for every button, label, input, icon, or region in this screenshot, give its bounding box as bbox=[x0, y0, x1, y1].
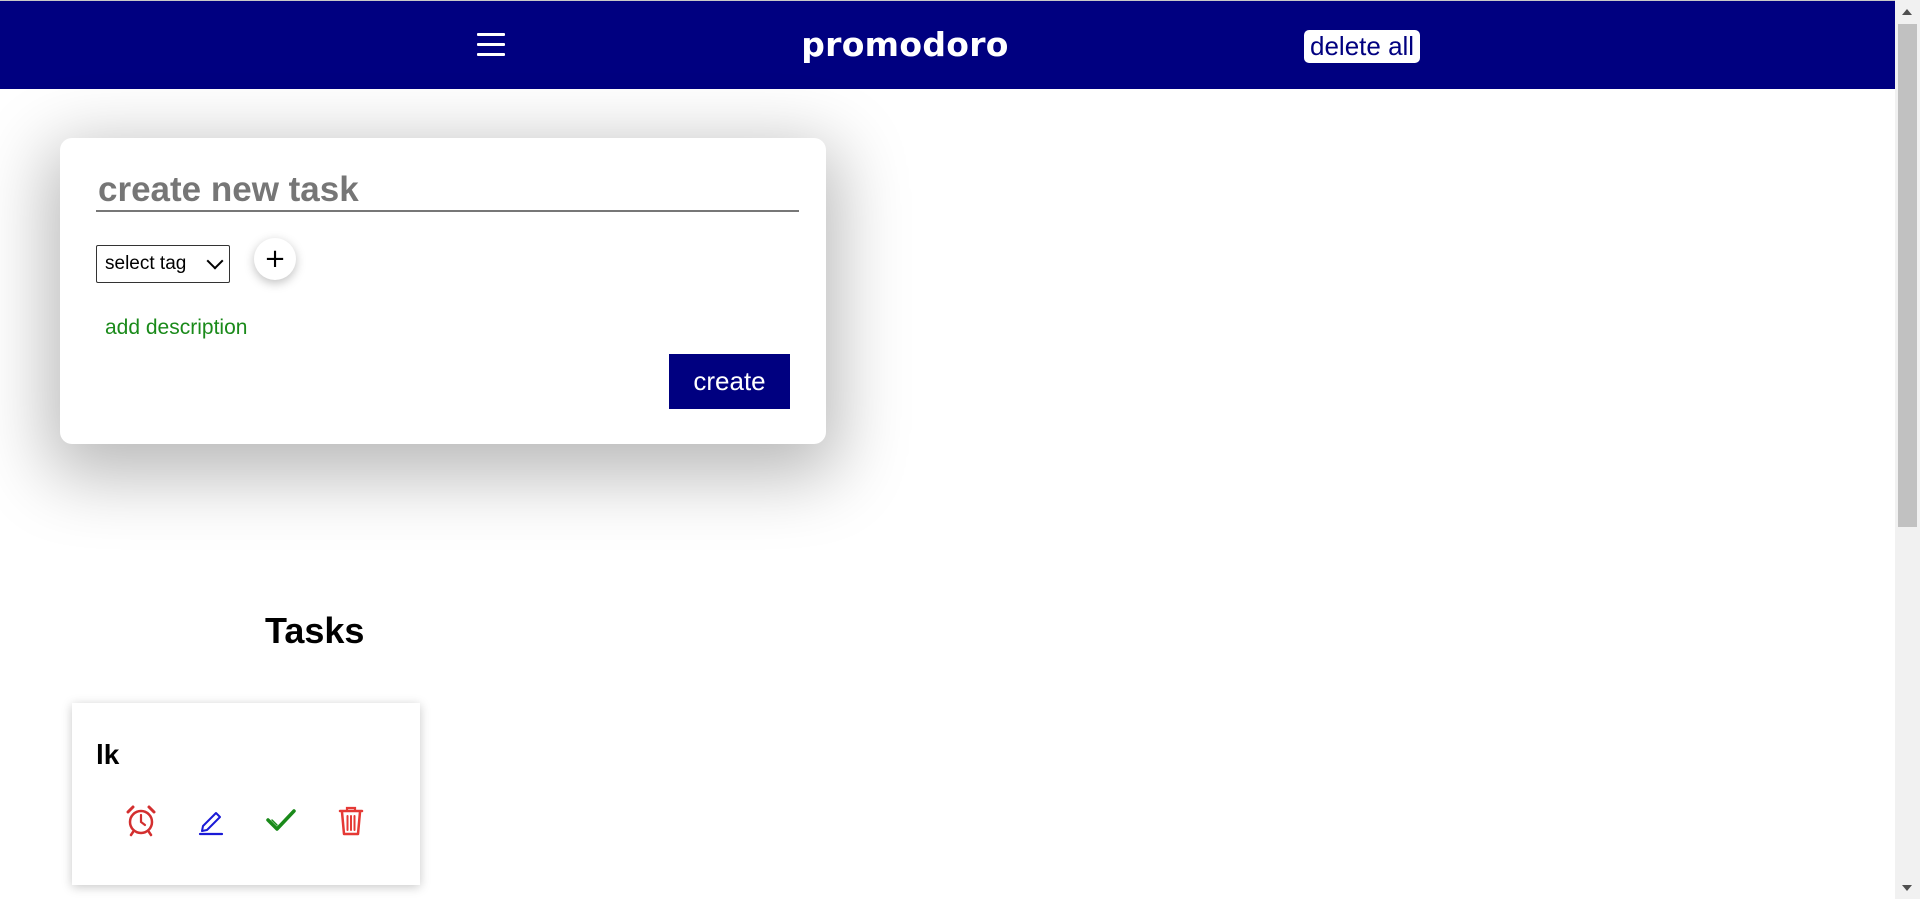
pencil-edit-icon[interactable] bbox=[194, 803, 228, 837]
new-task-card: select tag + add description create bbox=[60, 138, 826, 444]
scroll-up-arrow-icon[interactable] bbox=[1902, 9, 1912, 15]
task-name: lk bbox=[96, 739, 120, 770]
vertical-scrollbar[interactable] bbox=[1895, 0, 1920, 899]
alarm-clock-icon[interactable] bbox=[124, 803, 158, 837]
tag-select[interactable]: select tag bbox=[96, 245, 230, 283]
scrollbar-thumb[interactable] bbox=[1898, 24, 1917, 527]
add-tag-button[interactable]: + bbox=[254, 238, 296, 280]
app-title: promodoro bbox=[801, 25, 1009, 64]
scroll-down-arrow-icon[interactable] bbox=[1902, 885, 1912, 891]
checkmark-icon[interactable] bbox=[264, 803, 298, 837]
chevron-down-icon bbox=[206, 252, 224, 270]
hamburger-menu-icon[interactable] bbox=[474, 27, 508, 61]
top-navbar: promodoro delete all bbox=[0, 0, 1895, 89]
new-task-input[interactable] bbox=[96, 170, 799, 212]
add-description-link[interactable]: add description bbox=[105, 316, 247, 340]
trash-icon[interactable] bbox=[334, 803, 368, 837]
tag-select-value: select tag bbox=[105, 253, 187, 274]
delete-all-button[interactable]: delete all bbox=[1304, 30, 1421, 63]
tasks-heading: Tasks bbox=[265, 610, 365, 651]
task-card: lk bbox=[72, 703, 420, 885]
create-button[interactable]: create bbox=[669, 354, 790, 409]
